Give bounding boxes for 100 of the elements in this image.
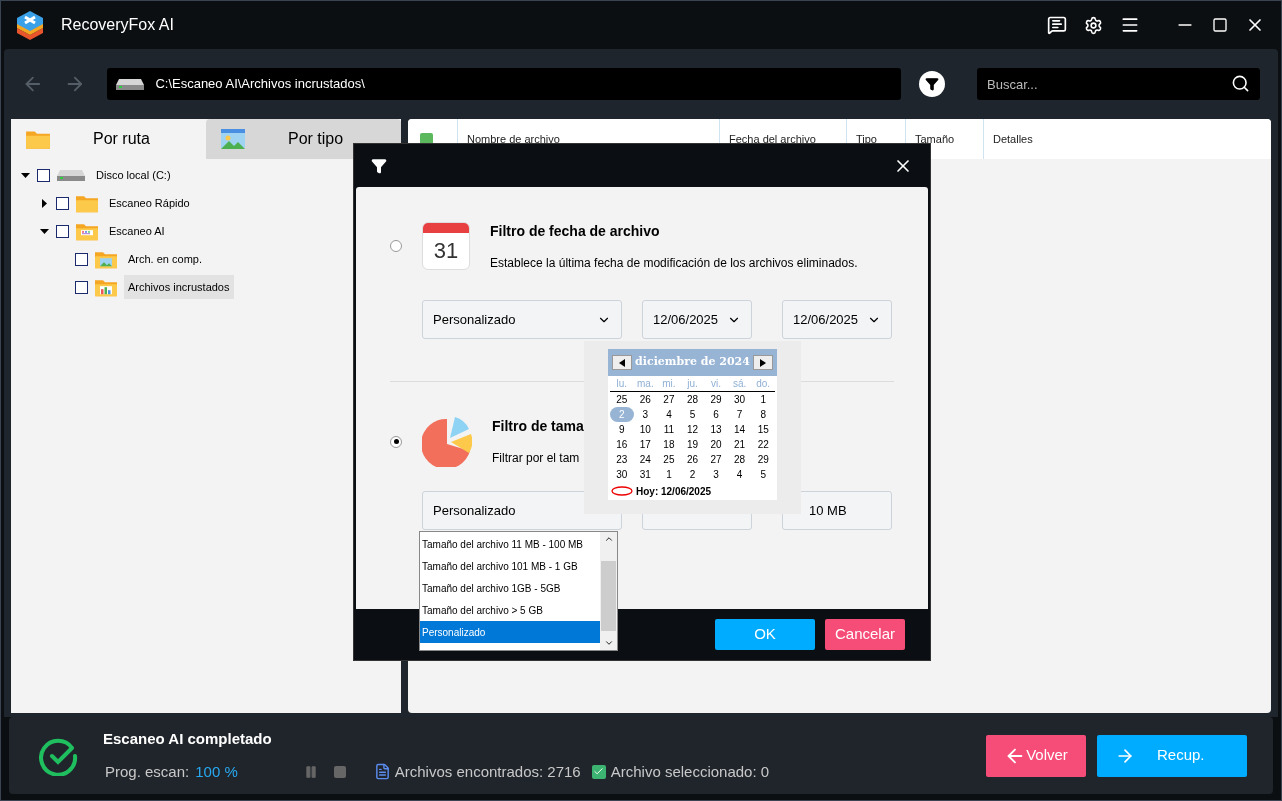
checkbox[interactable]: [56, 224, 69, 238]
dropdown[interactable]: 12/06/2025: [642, 300, 752, 339]
dropdown[interactable]: 12/06/2025: [782, 300, 892, 339]
calendar-day[interactable]: 21: [727, 437, 752, 452]
window-title: RecoveryFox AI: [61, 15, 174, 35]
collapsed-arrow-icon[interactable]: [39, 198, 49, 208]
calendar-day[interactable]: 26: [633, 392, 658, 407]
dropdown-option[interactable]: Tamaño del archivo > 5 GB: [420, 599, 600, 621]
dropdown[interactable]: Personalizado: [422, 300, 622, 339]
calendar-day[interactable]: 30: [610, 467, 634, 482]
calendar-day[interactable]: 8: [751, 407, 775, 422]
chevron-up-icon[interactable]: [603, 534, 614, 544]
calendar-day[interactable]: 2: [680, 467, 705, 482]
weekday-label: ju.: [686, 377, 699, 391]
weekday-label: ma.: [636, 377, 655, 391]
calendar-day[interactable]: 4: [657, 407, 681, 422]
column-header[interactable]: Detalles: [983, 119, 1103, 159]
checkbox[interactable]: [75, 252, 88, 266]
left-triangle-icon: [619, 358, 625, 367]
menu-icon[interactable]: [1120, 15, 1140, 35]
calendar-icon: 31: [422, 221, 470, 270]
calendar-day[interactable]: 1: [657, 467, 681, 482]
status-title: Escaneo AI completado: [103, 729, 273, 749]
tree-item[interactable]: Escaneo Rápido: [105, 190, 194, 216]
filter-icon: [371, 157, 387, 174]
calendar-day[interactable]: 27: [657, 392, 681, 407]
calendar-day[interactable]: 28: [680, 392, 705, 407]
calendar-day[interactable]: 13: [704, 422, 728, 437]
settings-icon[interactable]: [1084, 15, 1103, 35]
tab[interactable]: Por tipo: [206, 119, 401, 159]
calendar-day[interactable]: 1: [751, 392, 775, 407]
calendar-day[interactable]: 7: [727, 407, 752, 422]
tree-item[interactable]: Archivos incrustados: [124, 274, 234, 300]
checkbox[interactable]: [56, 196, 69, 210]
calendar-day[interactable]: 18: [657, 437, 681, 452]
maximize-icon[interactable]: [1212, 17, 1228, 33]
calendar-day[interactable]: 20: [704, 437, 728, 452]
next-month-button[interactable]: [753, 355, 773, 370]
calendar-day[interactable]: 28: [727, 452, 752, 467]
dropdown-option[interactable]: Personalizado: [420, 621, 600, 643]
radio-button[interactable]: [390, 239, 402, 252]
calendar-day[interactable]: 14: [727, 422, 752, 437]
image-icon: [220, 128, 246, 150]
checkbox[interactable]: [75, 280, 88, 294]
calendar-day[interactable]: 3: [704, 467, 728, 482]
calendar-day[interactable]: 31: [633, 467, 658, 482]
section-title: Filtro de tama: [492, 417, 584, 436]
calendar-day[interactable]: 23: [610, 452, 634, 467]
calendar-day[interactable]: 29: [704, 392, 728, 407]
calendar-day[interactable]: 16: [610, 437, 634, 452]
calendar-day[interactable]: 25: [610, 392, 634, 407]
checked-box-icon: [591, 764, 606, 779]
expanded-arrow-icon[interactable]: [20, 170, 30, 180]
weekday-label: lu.: [615, 377, 629, 391]
chat-icon[interactable]: [1047, 15, 1067, 35]
filter-button[interactable]: [919, 71, 945, 97]
dropdown-option[interactable]: Tamaño del archivo 1GB - 5GB: [420, 577, 600, 599]
calendar-day[interactable]: 10: [633, 422, 658, 437]
files-found-count: Archivos encontrados: 2716: [394, 761, 581, 782]
drive-icon: [56, 168, 86, 182]
calendar-day[interactable]: 15: [751, 422, 775, 437]
calendar-day[interactable]: 27: [704, 452, 728, 467]
calendar-day[interactable]: 30: [727, 392, 752, 407]
month-title: diciembre de 2024: [635, 354, 750, 371]
stop-icon[interactable]: [333, 765, 346, 778]
calendar-day[interactable]: 4: [727, 467, 752, 482]
calendar-day[interactable]: 26: [680, 452, 705, 467]
today-date[interactable]: Hoy: 12/06/2025: [636, 483, 712, 499]
calendar-day[interactable]: 6: [704, 407, 728, 422]
calendar-day[interactable]: 25: [657, 452, 681, 467]
dropdown-option[interactable]: Tamaño del archivo 11 MB - 100 MB: [420, 533, 600, 555]
calendar-day[interactable]: 9: [610, 422, 634, 437]
checkbox[interactable]: [37, 168, 50, 182]
calendar-day[interactable]: 19: [680, 437, 705, 452]
calendar-day[interactable]: 17: [633, 437, 658, 452]
calendar-day[interactable]: 5: [751, 467, 775, 482]
expanded-arrow-icon[interactable]: [39, 226, 49, 236]
tree-item[interactable]: Disco local (C:): [92, 162, 175, 188]
tree-item[interactable]: Escaneo AI: [105, 218, 169, 244]
calendar-day[interactable]: 24: [633, 452, 658, 467]
calendar-day[interactable]: 11: [657, 422, 681, 437]
drive-icon: [115, 77, 146, 91]
progress-label: Prog. escan:: [105, 761, 190, 782]
search-icon[interactable]: [1231, 74, 1250, 93]
scrollbar[interactable]: [600, 532, 617, 650]
calendar-day[interactable]: 22: [751, 437, 775, 452]
path-field[interactable]: C:\Escaneo AI\Archivos incrustados\: [107, 68, 902, 100]
weekday-label: do.: [755, 377, 772, 391]
calendar-day[interactable]: 12: [680, 422, 705, 437]
section-description: Establece la última fecha de modificación de los archivos eliminados.: [490, 255, 858, 272]
search-field[interactable]: Buscar...: [977, 68, 1260, 100]
calendar-day[interactable]: 29: [751, 452, 775, 467]
tree-item[interactable]: Arch. en comp.: [124, 246, 206, 272]
previous-month-button[interactable]: [612, 355, 632, 370]
pause-icon[interactable]: [303, 764, 318, 779]
calendar-day[interactable]: 3: [633, 407, 658, 422]
chevron-down-icon[interactable]: [603, 638, 614, 648]
dropdown-option[interactable]: Tamaño del archivo 101 MB - 1 GB: [420, 555, 600, 577]
calendar-day[interactable]: 5: [680, 407, 705, 422]
radio-button[interactable]: [390, 435, 402, 448]
